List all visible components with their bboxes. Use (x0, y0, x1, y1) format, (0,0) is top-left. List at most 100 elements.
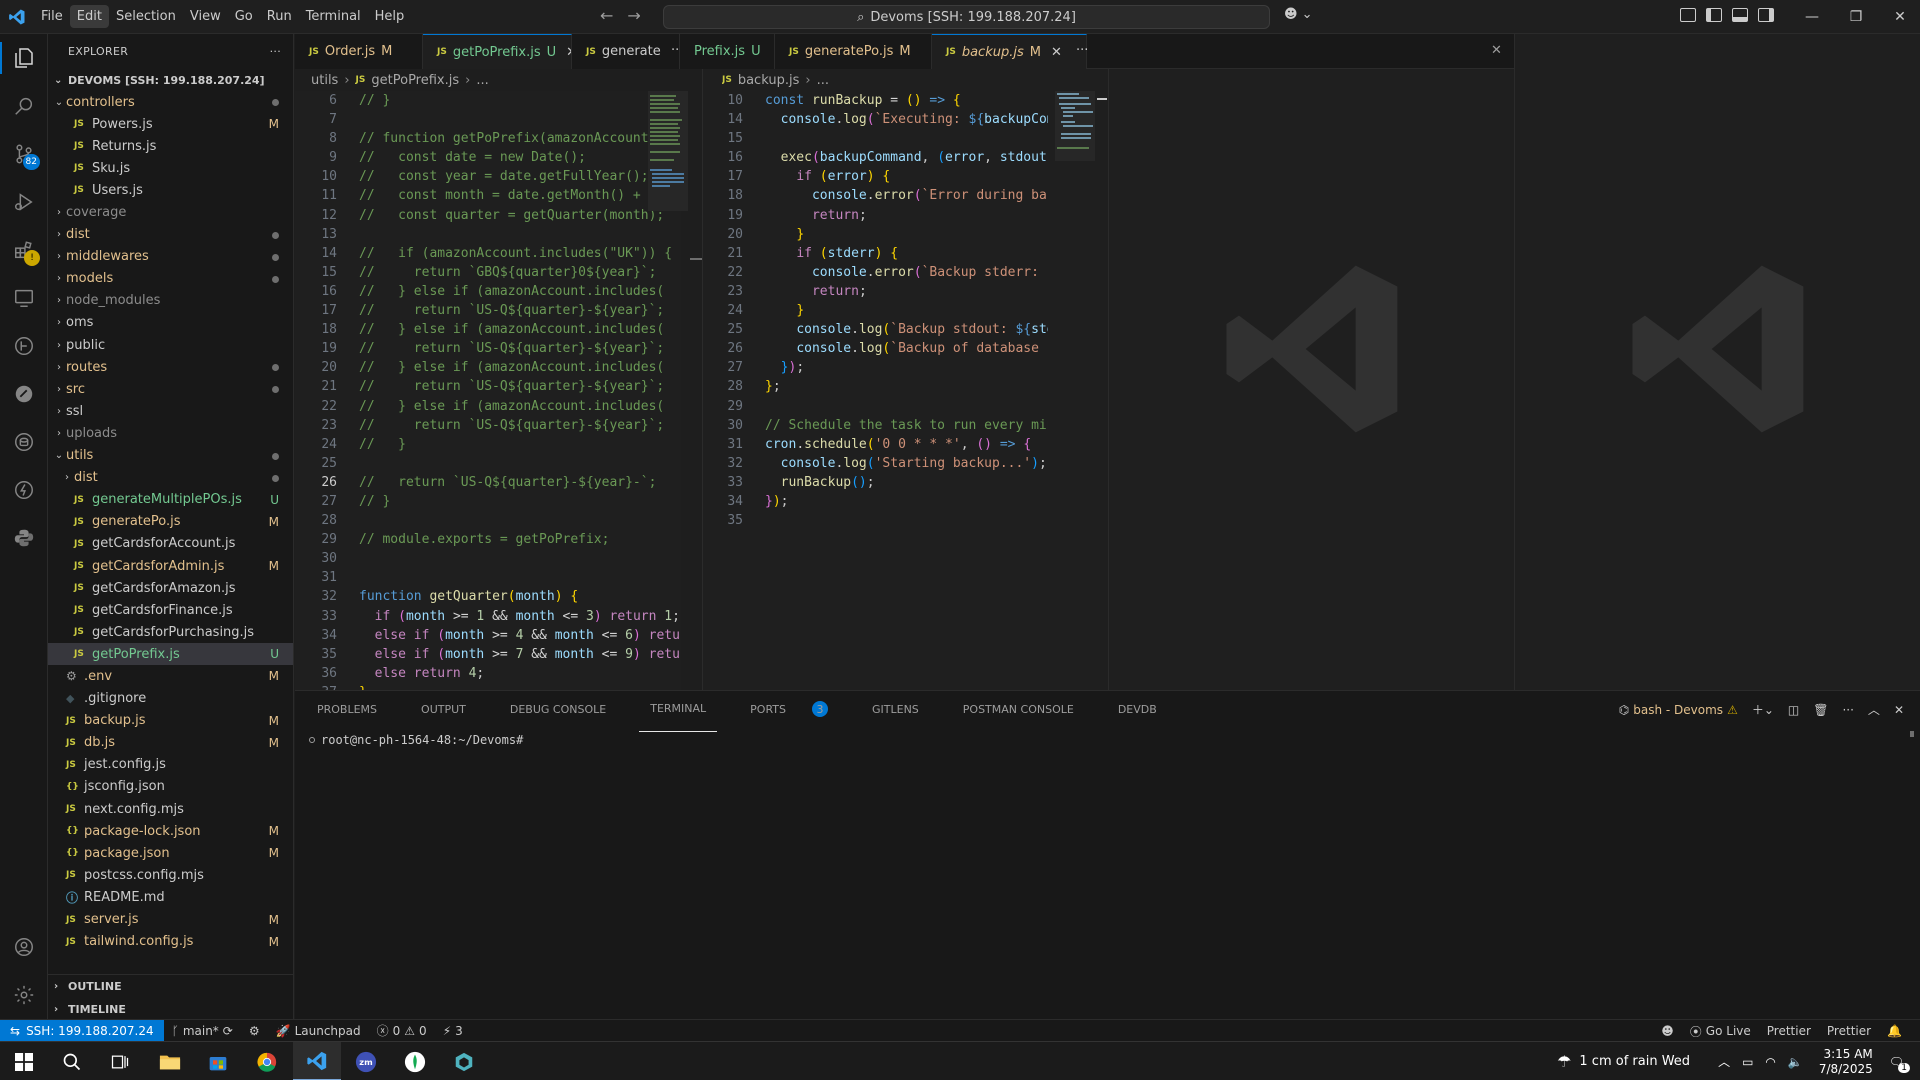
remote-explorer-icon[interactable] (0, 274, 48, 322)
breadcrumb-file[interactable]: getPoPrefix.js (371, 73, 459, 88)
menu-view[interactable]: View (183, 5, 228, 28)
panel-tab-problems[interactable]: PROBLEMS (306, 687, 388, 732)
minimap-group2[interactable] (1055, 91, 1095, 161)
tree-folder[interactable]: › ssl (48, 400, 293, 422)
scrollbar-thumb-group2[interactable] (1097, 98, 1107, 100)
outline-section[interactable]: › OUTLINE (48, 975, 293, 997)
more-actions-icon[interactable]: ··· (270, 45, 281, 58)
editor-tab[interactable]: Prefix.js U (680, 34, 775, 69)
file-explorer-icon[interactable] (146, 1042, 194, 1080)
tree-folder[interactable]: › dist (48, 467, 293, 489)
breadcrumb-file[interactable]: backup.js (738, 73, 800, 88)
editor-tab[interactable]: JS Order.js M (295, 34, 423, 69)
minimap-group1[interactable] (648, 91, 688, 211)
clock[interactable]: 3:15 AM 7/8/2025 (1819, 1047, 1873, 1077)
kill-terminal-icon[interactable]: 🗑 (1813, 703, 1828, 717)
tree-file[interactable]: JS db.js M (48, 732, 293, 754)
python-icon[interactable] (0, 514, 48, 562)
go-live[interactable]: ⦿ Go Live (1682, 1023, 1759, 1040)
tree-folder[interactable]: › node_modules (48, 290, 293, 312)
tree-file[interactable]: JS getCardsforAmazon.js (48, 577, 293, 599)
panel-tab-terminal[interactable]: TERMINAL (639, 686, 718, 732)
panel-tab-postman-console[interactable]: POSTMAN CONSOLE (952, 687, 1085, 732)
tree-file[interactable]: JS server.js M (48, 908, 293, 930)
new-terminal-icon[interactable]: ＋⌄ (1752, 701, 1774, 718)
devdb-icon[interactable] (0, 418, 48, 466)
tree-file[interactable]: JS Returns.js (48, 135, 293, 157)
prettier-status-2[interactable]: Prettier (1819, 1024, 1879, 1038)
postman-icon[interactable] (0, 370, 48, 418)
tree-file[interactable]: JS getCardsforAdmin.js M (48, 555, 293, 577)
code-editor-backup[interactable]: 10 const runBackup = () => {14 console.lo… (703, 91, 1048, 690)
chrome-icon[interactable] (243, 1042, 291, 1080)
scrollbar-thumb-group1[interactable] (690, 258, 702, 260)
copilot-status-icon[interactable]: ☻ (1653, 1024, 1682, 1038)
tree-file[interactable]: JS getPoPrefix.js U (48, 643, 293, 666)
menu-go[interactable]: Go (228, 5, 260, 28)
tree-file[interactable]: ⓘ README.md (48, 886, 293, 908)
restore-icon[interactable]: ❐ (1834, 0, 1878, 34)
tree-file[interactable]: {} package-lock.json M (48, 820, 293, 842)
microsoft-store-icon[interactable] (194, 1042, 242, 1080)
tree-folder[interactable]: › middlewares (48, 246, 293, 268)
tree-file[interactable]: JS getCardsforFinance.js (48, 599, 293, 621)
sync-icon[interactable]: ⟳ (223, 1024, 233, 1038)
tree-file[interactable]: JS Users.js (48, 179, 293, 201)
terminal-name[interactable]: ⌬ bash - Devoms ⚠ (1619, 703, 1738, 717)
problems-status[interactable]: ⓧ 0 ⚠ 0 (369, 1022, 435, 1039)
taskbar-search-icon[interactable] (48, 1042, 96, 1080)
panel-tab-debug-console[interactable]: DEBUG CONSOLE (499, 687, 617, 732)
menu-file[interactable]: File (34, 5, 70, 28)
wifi-icon[interactable]: ◠ (1765, 1055, 1775, 1069)
zoom-icon[interactable]: zm (342, 1042, 390, 1080)
launchpad[interactable]: 🚀 Launchpad (268, 1024, 369, 1038)
tree-folder[interactable]: › coverage (48, 201, 293, 223)
notification-center-icon[interactable]: 🗨 1 (1889, 1055, 1910, 1073)
menu-help[interactable]: Help (368, 5, 412, 28)
tree-file[interactable]: JS postcss.config.mjs (48, 864, 293, 886)
notifications-bell-icon[interactable]: 🔔 (1879, 1024, 1910, 1038)
battery-icon[interactable]: ▭ (1742, 1055, 1753, 1069)
volume-icon[interactable]: 🔈 (1788, 1055, 1803, 1069)
timeline-section[interactable]: › TIMELINE (48, 998, 293, 1019)
thunder-client-icon[interactable] (0, 466, 48, 514)
git-branch[interactable]: ᚴ main* ⟳ (164, 1024, 241, 1038)
start-windows-icon[interactable] (0, 1042, 48, 1080)
breadcrumb-symbol[interactable]: ... (476, 73, 488, 88)
task-view-icon[interactable] (96, 1042, 144, 1080)
tree-file[interactable]: JS getCardsforAccount.js (48, 533, 293, 555)
accounts-icon[interactable] (0, 923, 48, 971)
tree-file[interactable]: ◆ .gitignore (48, 688, 293, 710)
customize-layout-icon[interactable] (1680, 8, 1696, 22)
tree-folder[interactable]: › dist (48, 224, 293, 246)
tree-folder[interactable]: › models (48, 268, 293, 290)
prettier-status[interactable]: Prettier (1759, 1024, 1819, 1038)
panel-tab-ports[interactable]: PORTS 3 (739, 687, 839, 732)
command-center-search[interactable]: ⌕ Devoms [SSH: 199.188.207.24] (663, 5, 1270, 29)
mongodb-compass-icon[interactable] (391, 1042, 439, 1080)
panel-tab-devdb[interactable]: DEVDB (1107, 687, 1168, 732)
panel-tab-output[interactable]: OUTPUT (410, 687, 477, 732)
tree-file[interactable]: JS tailwind.config.js M (48, 931, 293, 953)
menu-selection[interactable]: Selection (109, 5, 183, 28)
forward-arrow-icon[interactable]: → (627, 6, 640, 25)
toggle-secondary-sidebar-icon[interactable] (1758, 8, 1774, 22)
remote-indicator[interactable]: ⇆ SSH: 199.188.207.24 (0, 1019, 164, 1042)
editor-tab[interactable]: JS backup.js M ✕ (932, 34, 1087, 69)
tree-file[interactable]: JS generatePo.js M (48, 511, 293, 533)
source-control-icon[interactable]: 82 (0, 130, 48, 178)
tree-folder[interactable]: › public (48, 334, 293, 356)
copilot-icon[interactable]: ☻ ⌄ (1284, 7, 1313, 22)
split-terminal-icon[interactable]: ◫ (1788, 703, 1799, 717)
breadcrumb-symbol[interactable]: ... (817, 73, 829, 88)
menu-terminal[interactable]: Terminal (299, 5, 368, 28)
close-tab-icon[interactable]: ✕ (1051, 45, 1062, 60)
vscode-taskbar-icon[interactable] (293, 1042, 341, 1080)
tree-file[interactable]: {} package.json M (48, 842, 293, 864)
code-editor-getpoprefix[interactable]: 6 // } 7 8 // function getPoPrefix(amazonAcc… (295, 91, 681, 690)
toggle-primary-sidebar-icon[interactable] (1706, 8, 1722, 22)
close-window-icon[interactable]: ✕ (1878, 0, 1920, 34)
tree-file[interactable]: JS generateMultiplePOs.js U (48, 489, 293, 511)
manage-gear-icon[interactable] (0, 971, 48, 1019)
tree-file[interactable]: JS jest.config.js (48, 754, 293, 776)
